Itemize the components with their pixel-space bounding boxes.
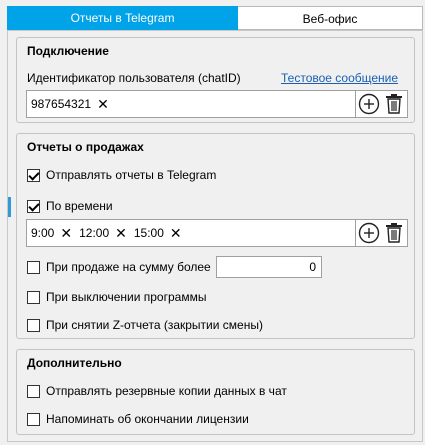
plus-circle-icon: [358, 93, 379, 115]
time-tag-text: 12:00: [79, 226, 110, 240]
chat-id-actions: [355, 90, 408, 118]
time-actions: [355, 219, 408, 247]
add-time-button[interactable]: [356, 220, 382, 246]
trash-icon: [386, 94, 403, 114]
additional-group: Дополнительно Отправлять резервные копии…: [16, 349, 415, 435]
chat-id-tag-text: 987654321: [31, 97, 92, 111]
plus-circle-icon: [358, 222, 379, 244]
close-icon[interactable]: ✕: [115, 226, 127, 240]
on-z-report-label: При снятии Z-отчета (закрытии смены): [46, 318, 263, 332]
send-reports-checkbox[interactable]: [27, 168, 40, 182]
sum-over-row[interactable]: При продаже на сумму более: [27, 260, 211, 274]
on-shutdown-label: При выключении программы: [46, 290, 207, 304]
tab-telegram-reports[interactable]: Отчеты в Telegram: [7, 6, 238, 30]
license-checkbox[interactable]: [27, 412, 40, 426]
sales-reports-group-title: Отчеты о продажах: [27, 140, 144, 154]
by-time-row[interactable]: По времени: [27, 199, 113, 213]
sum-over-checkbox[interactable]: [27, 260, 40, 274]
sum-over-label: При продаже на сумму более: [46, 260, 211, 274]
send-reports-row[interactable]: Отправлять отчеты в Telegram: [27, 168, 216, 182]
tab-bar: Отчеты в Telegram Веб-офис: [7, 6, 423, 30]
time-tag: 9:00 ✕: [31, 226, 72, 240]
on-z-report-checkbox[interactable]: [27, 318, 40, 332]
close-icon[interactable]: ✕: [60, 226, 72, 240]
chat-id-tag: 987654321 ✕: [31, 97, 109, 111]
delete-time-button[interactable]: [382, 220, 408, 246]
left-edge-marker: [8, 197, 11, 217]
trash-icon: [386, 223, 403, 243]
sum-over-input[interactable]: 0: [216, 256, 322, 278]
test-message-link[interactable]: Тестовое сообщение: [281, 71, 398, 85]
time-tag: 12:00 ✕: [79, 226, 127, 240]
time-tag-input[interactable]: 9:00 ✕ 12:00 ✕ 15:00 ✕: [26, 219, 408, 247]
time-tag: 15:00 ✕: [134, 226, 182, 240]
additional-group-title: Дополнительно: [27, 356, 122, 370]
chat-id-tag-input[interactable]: 987654321 ✕: [26, 90, 408, 118]
tab-web-office[interactable]: Веб-офис: [238, 6, 423, 30]
send-reports-label: Отправлять отчеты в Telegram: [46, 168, 217, 182]
tab-content-panel: Подключение Идентификатор пользователя (…: [7, 30, 423, 442]
add-chat-id-button[interactable]: [356, 91, 382, 117]
close-icon[interactable]: ✕: [97, 97, 109, 111]
connection-group: Подключение Идентификатор пользователя (…: [16, 37, 415, 123]
backup-row[interactable]: Отправлять резервные копии данных в чат: [27, 384, 287, 398]
backup-checkbox[interactable]: [27, 384, 40, 398]
delete-chat-id-button[interactable]: [382, 91, 408, 117]
backup-label: Отправлять резервные копии данных в чат: [46, 384, 287, 398]
license-row[interactable]: Напоминать об окончании лицензии: [27, 412, 249, 426]
user-id-label: Идентификатор пользователя (chatID): [27, 71, 241, 85]
time-tag-text: 9:00: [31, 226, 55, 240]
on-shutdown-checkbox[interactable]: [27, 290, 40, 304]
on-shutdown-row[interactable]: При выключении программы: [27, 290, 206, 304]
connection-group-title: Подключение: [27, 44, 109, 58]
by-time-label: По времени: [46, 199, 113, 213]
close-icon[interactable]: ✕: [170, 226, 182, 240]
on-z-report-row[interactable]: При снятии Z-отчета (закрытии смены): [27, 318, 263, 332]
time-tag-text: 15:00: [133, 226, 164, 240]
license-label: Напоминать об окончании лицензии: [46, 412, 249, 426]
sales-reports-group: Отчеты о продажах Отправлять отчеты в Te…: [16, 133, 415, 339]
by-time-checkbox[interactable]: [27, 199, 40, 213]
